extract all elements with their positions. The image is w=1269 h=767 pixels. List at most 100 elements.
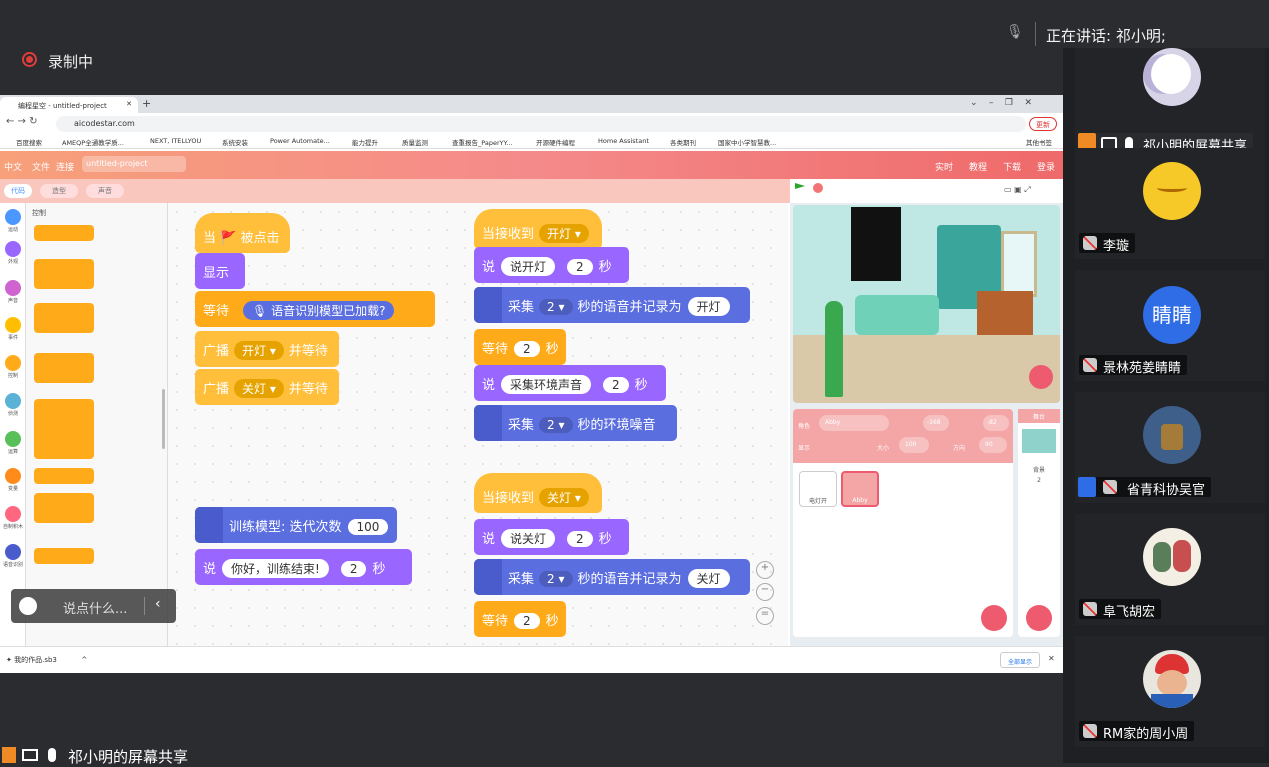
palette-block[interactable] — [34, 548, 94, 564]
say-for-secs-block[interactable]: 说说关灯 2 秒 — [474, 519, 629, 555]
collapse-icon[interactable]: ‹ — [155, 596, 161, 612]
new-tab-icon[interactable]: + — [142, 97, 151, 110]
direction-input[interactable]: 90 — [979, 437, 1007, 453]
participant-tile[interactable]: RM家的周小周 — [1075, 636, 1265, 747]
bookmark[interactable]: 能力提升 — [352, 137, 378, 147]
zoom-out-icon[interactable]: − — [756, 583, 774, 601]
menu-tutorial[interactable]: 教程 — [969, 160, 987, 173]
variables-icon[interactable] — [5, 468, 21, 484]
palette-block[interactable] — [34, 353, 94, 383]
record-noise-block[interactable]: 采集 2 ▾ 秒的环境噪音 — [474, 405, 677, 441]
bookmark[interactable]: AMEQP全通教学质... — [62, 137, 124, 147]
size-input[interactable]: 100 — [899, 437, 929, 453]
participant-tile[interactable]: 睛睛 景林苑姜睛睛 — [1075, 270, 1265, 381]
tab-sounds[interactable]: 声音 — [86, 184, 124, 198]
nav-back-icon[interactable]: ← → ↻ — [6, 116, 38, 127]
palette-block[interactable] — [34, 468, 94, 484]
say-for-secs-block[interactable]: 说说开灯 2 秒 — [474, 247, 629, 283]
chat-input[interactable]: 说点什么... ‹ — [11, 589, 176, 623]
broadcast-wait-block[interactable]: 广播 开灯 ▾ 并等待 — [195, 331, 339, 367]
menu-download[interactable]: 下载 — [1003, 160, 1021, 173]
tab-costumes[interactable]: 造型 — [40, 184, 78, 198]
browser-tab[interactable]: 编程星空 - untitled-project ✕ — [0, 97, 138, 113]
emoji-icon[interactable] — [19, 597, 37, 615]
stop-icon[interactable] — [813, 183, 823, 193]
wait-block[interactable]: 等待 2 秒 — [474, 329, 566, 365]
share-icon — [22, 749, 38, 761]
bookmark[interactable]: 查重报告_PaperYY... — [452, 137, 512, 147]
record-voice-block[interactable]: 采集 2 ▾ 秒的语音并记录为 关灯 — [474, 559, 750, 595]
add-sprite-icon[interactable] — [981, 605, 1007, 631]
sprite-thumb[interactable]: 电灯开 — [799, 471, 837, 507]
bookmark[interactable]: Power Automate... — [270, 137, 330, 145]
control-icon[interactable] — [5, 355, 21, 371]
palette-block[interactable] — [34, 493, 94, 523]
bookmark[interactable]: 国家中小学智慧教... — [718, 137, 776, 147]
show-all-button[interactable]: 全部显示 — [1000, 652, 1040, 668]
sensing-icon[interactable] — [5, 393, 21, 409]
zoom-reset-icon[interactable]: = — [756, 607, 774, 625]
abby-sprite[interactable] — [825, 301, 843, 397]
menu-language[interactable]: 中文 — [4, 160, 22, 173]
looks-icon[interactable] — [5, 241, 21, 257]
events-icon[interactable] — [5, 317, 21, 333]
participant-tile[interactable]: 省青科协吴官 — [1075, 392, 1265, 503]
url-input[interactable]: aicodestar.com — [56, 116, 1026, 132]
window-controls[interactable]: ⌄ – ❐ ✕ — [970, 98, 1032, 108]
close-icon[interactable]: ✕ — [126, 100, 132, 108]
sprite-thumb-selected[interactable]: Abby — [841, 471, 879, 507]
motion-icon[interactable] — [5, 209, 21, 225]
x-input[interactable]: -168 — [923, 415, 949, 431]
layout-icons[interactable]: ▭ ▣ ⤢ — [1004, 185, 1031, 195]
when-receive-block[interactable]: 当接收到 开灯 ▾ — [474, 209, 602, 249]
close-icon[interactable]: ✕ — [1048, 654, 1055, 663]
when-flag-clicked-block[interactable]: 当 🚩 被点击 — [195, 213, 290, 253]
bookmark[interactable]: NEXT, ITELLYOU — [150, 137, 201, 145]
wait-until-block[interactable]: 等待 🎙 语音识别模型已加载? — [195, 291, 435, 327]
menu-login[interactable]: 登录 — [1037, 160, 1055, 173]
palette-block[interactable] — [34, 225, 94, 241]
bookmark[interactable]: Home Assistant — [598, 137, 649, 145]
participant-tile[interactable]: 祁小明的屏幕共享 — [1075, 48, 1265, 159]
y-input[interactable]: -82 — [983, 415, 1009, 431]
palette-block[interactable] — [34, 259, 94, 289]
update-button[interactable]: 更新 — [1029, 117, 1057, 131]
menu-realtime[interactable]: 实时 — [935, 160, 953, 173]
operators-icon[interactable] — [5, 431, 21, 447]
when-receive-block[interactable]: 当接收到 关灯 ▾ — [474, 473, 602, 513]
menu-connect[interactable]: 连接 — [56, 160, 74, 173]
tab-code[interactable]: 代码 — [4, 184, 32, 198]
bookmark[interactable]: 其他书签 — [1026, 137, 1052, 147]
participant-tile[interactable]: 李璇 — [1075, 148, 1265, 259]
train-model-block[interactable]: 训练模型: 迭代次数 100 — [195, 507, 397, 543]
bookmark[interactable]: 系统安装 — [222, 137, 248, 147]
green-flag-icon[interactable] — [795, 183, 805, 189]
my-blocks-icon[interactable] — [5, 506, 21, 522]
scrollbar[interactable] — [162, 389, 165, 449]
code-workspace[interactable]: 当 🚩 被点击 显示 等待 🎙 语音识别模型已加载? 广播 开灯 ▾ 并等待 广播 关灯… — [168, 203, 788, 673]
wait-block[interactable]: 等待 2 秒 — [474, 601, 566, 637]
bookmark[interactable]: 开源硬件编程 — [536, 137, 575, 147]
say-for-secs-block[interactable]: 说你好，训练结束! 2 秒 — [195, 549, 412, 585]
palette-block[interactable] — [34, 399, 94, 459]
broadcast-wait-block[interactable]: 广播 关灯 ▾ 并等待 — [195, 369, 339, 405]
menu-file[interactable]: 文件 — [32, 160, 50, 173]
participant-tile[interactable]: 阜飞胡宏 — [1075, 514, 1265, 625]
bookmark[interactable]: 各类期刊 — [670, 137, 696, 147]
stage-canvas[interactable] — [793, 205, 1060, 403]
sound-icon[interactable] — [5, 280, 21, 296]
palette-block[interactable] — [34, 303, 94, 333]
zoom-in-icon[interactable]: + — [756, 561, 774, 579]
stage-thumb[interactable] — [1022, 429, 1056, 453]
download-item[interactable]: ✦ 我的作品.sb3 ^ — [6, 655, 87, 665]
record-voice-block[interactable]: 采集 2 ▾ 秒的语音并记录为 开灯 — [474, 287, 750, 323]
bookmark[interactable]: 百度搜索 — [16, 137, 42, 147]
mic-icon[interactable] — [1029, 365, 1053, 389]
say-for-secs-block[interactable]: 说采集环境声音 2 秒 — [474, 365, 666, 401]
bookmark[interactable]: 质量监测 — [402, 137, 428, 147]
speech-icon[interactable] — [5, 544, 21, 560]
sprite-name-input[interactable]: Abby — [819, 415, 889, 431]
add-backdrop-icon[interactable] — [1026, 605, 1052, 631]
show-block[interactable]: 显示 — [195, 253, 245, 289]
project-title-input[interactable]: untitled-project — [82, 156, 186, 172]
